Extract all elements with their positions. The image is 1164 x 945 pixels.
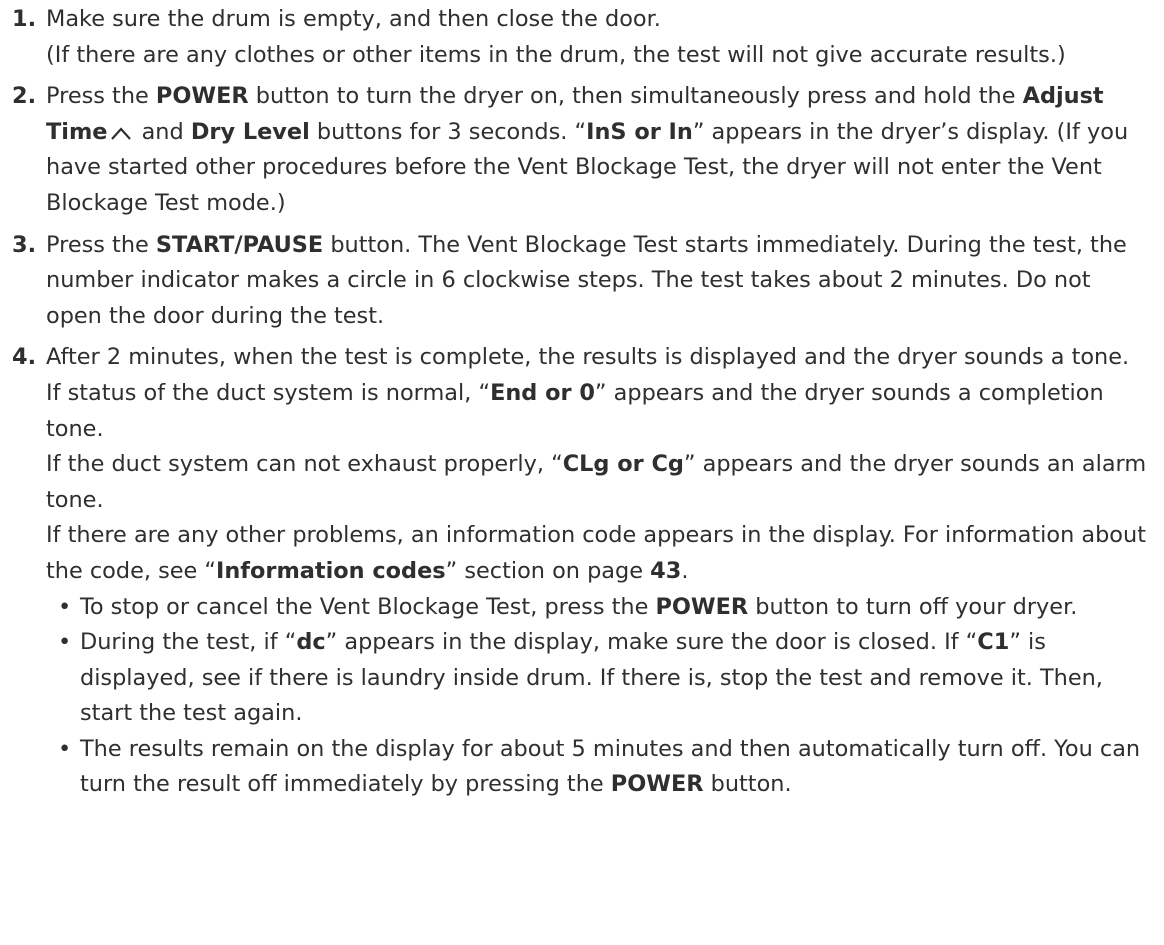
display-code-ins: InS or In (586, 118, 693, 145)
caret-up-icon (110, 126, 132, 140)
text-run: If the duct system can not exhaust prope… (46, 451, 563, 478)
text-run: If status of the duct system is normal, … (46, 379, 491, 406)
step-3: 3. Press the START/PAUSE button. The Ven… (12, 228, 1150, 335)
step-number: 2. (12, 83, 37, 110)
text-run: Press the (46, 231, 156, 258)
display-code-c1: C1 (977, 629, 1010, 656)
text-run: and (134, 118, 191, 145)
display-code-clg: CLg or Cg (562, 451, 684, 478)
display-code-end: End or 0 (490, 379, 595, 406)
text-run: ” appears in the display, make sure the … (325, 629, 978, 656)
step-number: 3. (12, 231, 37, 258)
result-other: If there are any other problems, an info… (46, 518, 1150, 589)
text-run: Press the (46, 83, 156, 110)
text-run: . (681, 557, 689, 584)
result-normal: If status of the duct system is normal, … (46, 376, 1150, 447)
dry-level-button-name: Dry Level (190, 118, 310, 145)
text-run: button to turn off your dryer. (748, 593, 1078, 620)
step-number: 4. (12, 344, 37, 371)
list-item: • To stop or cancel the Vent Blockage Te… (58, 590, 1150, 626)
text-run: buttons for 3 seconds. “ (309, 118, 587, 145)
text-run: During the test, if “ (80, 629, 297, 656)
step-4: 4. After 2 minutes, when the test is com… (12, 340, 1150, 803)
step-text: After 2 minutes, when the test is comple… (46, 344, 1130, 371)
text-run: To stop or cancel the Vent Blockage Test… (80, 593, 656, 620)
vent-blockage-test-steps: 1. Make sure the drum is empty, and then… (12, 2, 1150, 803)
instruction-page: 1. Make sure the drum is empty, and then… (0, 0, 1164, 945)
list-item: • The results remain on the display for … (58, 732, 1150, 803)
text-run: button. (703, 771, 792, 798)
bullet-icon: • (58, 735, 72, 762)
start-pause-button-name: START/PAUSE (155, 231, 324, 258)
step-note: (If there are any clothes or other items… (46, 41, 1066, 68)
power-button-name: POWER (610, 771, 704, 798)
step-text: Make sure the drum is empty, and then cl… (46, 6, 661, 32)
text-run: ” section on page (445, 557, 651, 584)
display-code-dc: dc (296, 629, 326, 656)
notes-list: • To stop or cancel the Vent Blockage Te… (46, 590, 1150, 804)
bullet-icon: • (58, 593, 72, 620)
bullet-icon: • (58, 629, 72, 656)
information-codes-reference: Information codes (216, 557, 446, 584)
power-button-name: POWER (655, 593, 749, 620)
step-text: Press the POWER button to turn the dryer… (46, 79, 1150, 221)
page-reference: 43 (650, 557, 682, 584)
list-item: • During the test, if “dc” appears in th… (58, 625, 1150, 732)
step-1: 1. Make sure the drum is empty, and then… (12, 2, 1150, 73)
result-clogged: If the duct system can not exhaust prope… (46, 447, 1150, 518)
step-2: 2. Press the POWER button to turn the dr… (12, 79, 1150, 221)
step-number: 1. (12, 6, 37, 32)
text-run: button to turn the dryer on, then simult… (248, 83, 1023, 110)
power-button-name: POWER (155, 83, 249, 110)
step-text: Press the START/PAUSE button. The Vent B… (46, 228, 1150, 335)
